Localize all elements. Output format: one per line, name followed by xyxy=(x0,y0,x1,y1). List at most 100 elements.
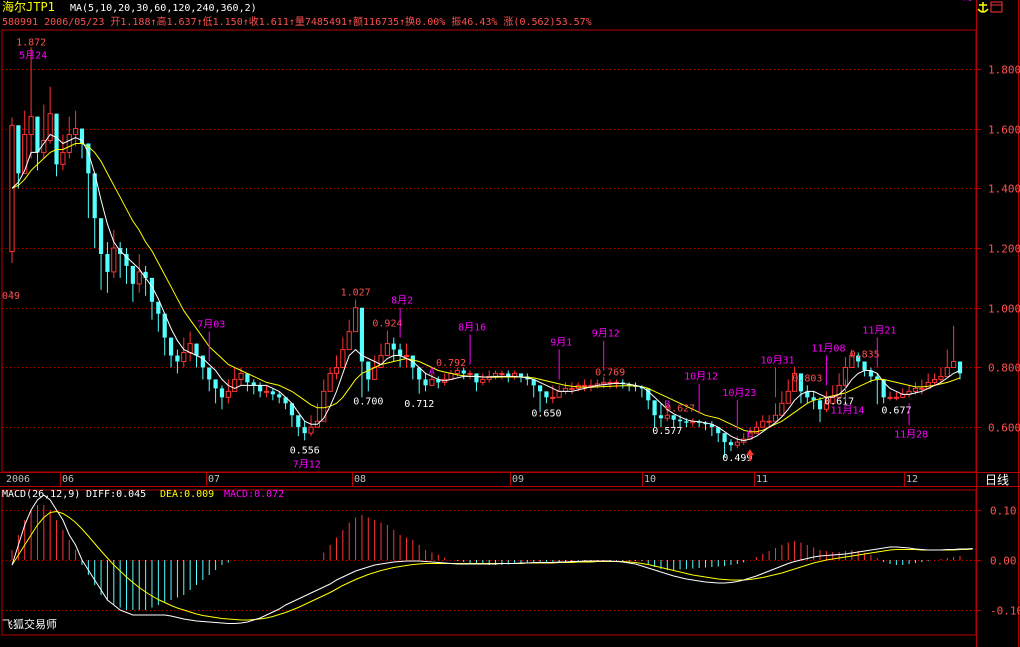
annotation-label: 5月24 xyxy=(19,49,47,61)
candle-body-up xyxy=(232,378,238,392)
annotation-label: 0.769 xyxy=(595,367,625,378)
candle-body-up xyxy=(333,366,340,374)
annotation-label: 8月2 xyxy=(391,295,413,307)
candle-body-up xyxy=(480,378,486,383)
candle-body-up xyxy=(938,375,944,380)
annotation-label: 0.677 xyxy=(881,405,911,416)
candle-body-up xyxy=(499,372,505,375)
ma-settings: MA(5,10,20,30,60,120,240,360,2) xyxy=(70,3,257,14)
annotation-label: 10月23 xyxy=(722,387,756,399)
candle-body-down xyxy=(461,370,466,374)
candle-body-down xyxy=(296,415,301,428)
price-tick-label: 1.000 xyxy=(988,303,1020,316)
candle-body-up xyxy=(766,420,772,423)
annotation-label: 0.712 xyxy=(404,399,434,410)
candle-body-up xyxy=(340,349,346,368)
annotation-label: 1.027 xyxy=(341,288,371,299)
candle-body-down xyxy=(130,265,135,284)
annotation-label: 0.792 xyxy=(436,358,466,369)
month-label-07: 07 xyxy=(208,474,220,485)
annotation-label: 11月14 xyxy=(831,404,865,416)
candle-body-down xyxy=(16,125,21,174)
candle-body-up xyxy=(454,369,460,374)
candle-body-up xyxy=(225,390,231,398)
macd-value: MACD:0.072 xyxy=(224,489,284,500)
candle-body-down xyxy=(98,218,104,254)
candle-body-up xyxy=(448,372,454,380)
candle-body-up xyxy=(760,420,766,428)
annotation-label: 0.577 xyxy=(652,426,682,437)
macd-label: MACD(26,12,9) xyxy=(2,489,80,500)
candle-body-up xyxy=(238,372,244,380)
annotation-label: 9月12 xyxy=(592,328,620,340)
annotation-label: 0.700 xyxy=(353,396,383,407)
candle-body-up xyxy=(601,381,607,385)
candle-body-up xyxy=(931,378,938,383)
candle-body-down xyxy=(143,271,148,278)
candle-body-down xyxy=(391,343,396,350)
macd-tick-label: 0.10 xyxy=(990,505,1017,518)
candle-body-up xyxy=(556,390,562,398)
candle-body-up xyxy=(60,151,66,165)
candle-body-up xyxy=(321,390,327,422)
candle-body-down xyxy=(518,373,524,377)
candle-body-up xyxy=(372,366,378,380)
candle-body-down xyxy=(105,253,110,272)
period-label[interactable]: 日线 xyxy=(985,473,1009,487)
candle-body-up xyxy=(550,396,556,399)
diff-value: DIFF:0.045 xyxy=(86,489,146,500)
price-tick-label: 1.800 xyxy=(988,64,1020,77)
annotation-label: 11月28 xyxy=(894,428,928,440)
candle-body-up xyxy=(951,361,957,368)
candle-body-down xyxy=(302,427,307,434)
candle-body-up xyxy=(384,343,390,357)
annotation-label: A xyxy=(429,366,435,377)
month-label-11: 11 xyxy=(756,474,768,485)
annotation-label: 12月13 xyxy=(951,0,985,3)
candle-body-up xyxy=(772,414,779,422)
candle-body-down xyxy=(270,391,275,395)
price-tick-label: 1.200 xyxy=(988,243,1020,256)
annotation-label: 9月1 xyxy=(550,336,572,348)
candle-body-up xyxy=(779,402,785,416)
annotation-label: 8月16 xyxy=(458,322,486,334)
annotation-label: 0.650 xyxy=(531,408,561,419)
candle-body-up xyxy=(9,124,15,253)
candle-body-up xyxy=(41,140,47,153)
price-tick-label: 0.800 xyxy=(988,362,1020,375)
candle-body-up xyxy=(887,396,893,399)
candle-body-down xyxy=(423,379,428,386)
candle-body-up xyxy=(664,414,670,419)
annotation-label: 7月12 xyxy=(293,458,321,470)
candle-body-up xyxy=(912,387,919,392)
dea-value: DEA:0.009 xyxy=(160,489,214,500)
price-tick-label: 0.600 xyxy=(988,422,1020,435)
candle-body-up xyxy=(569,387,575,390)
candle-body-up xyxy=(753,426,760,434)
price-tick-label: 1.400 xyxy=(988,183,1020,196)
candle-body-down xyxy=(862,361,867,371)
left-mark: 0̄49 xyxy=(2,291,20,302)
candle-body-down xyxy=(175,355,180,362)
candle-body-up xyxy=(403,355,410,358)
annotation-label: 0.556 xyxy=(290,445,320,456)
candle-body-down xyxy=(671,415,676,420)
candle-body-up xyxy=(582,384,588,387)
candle-body-up xyxy=(181,352,187,362)
candle-body-up xyxy=(263,390,270,393)
month-label-2006: 2006 xyxy=(6,474,30,485)
candle-body-down xyxy=(213,379,218,389)
price-tick-label: 1.600 xyxy=(988,124,1020,137)
annotation-label: 11月21 xyxy=(862,324,896,336)
stock-chart[interactable]: 1.800 1.600 1.400 1.200 1.000 0.800 0.600 0.10 0… xyxy=(0,0,1020,647)
candle-body-up xyxy=(327,372,333,392)
macd-tick-label: -0.10 xyxy=(990,605,1020,618)
candle-body-up xyxy=(467,372,473,375)
candle-body-down xyxy=(544,391,549,398)
candle-body-down xyxy=(245,373,250,383)
candle-body-down xyxy=(194,343,199,356)
candle-body-up xyxy=(346,331,352,351)
month-label-12: 12 xyxy=(906,474,918,485)
candle-body-up xyxy=(187,343,193,354)
quote-line: 580991 2006/05/23 开1.188↑高1.637↑低1.150↑收… xyxy=(2,15,592,28)
